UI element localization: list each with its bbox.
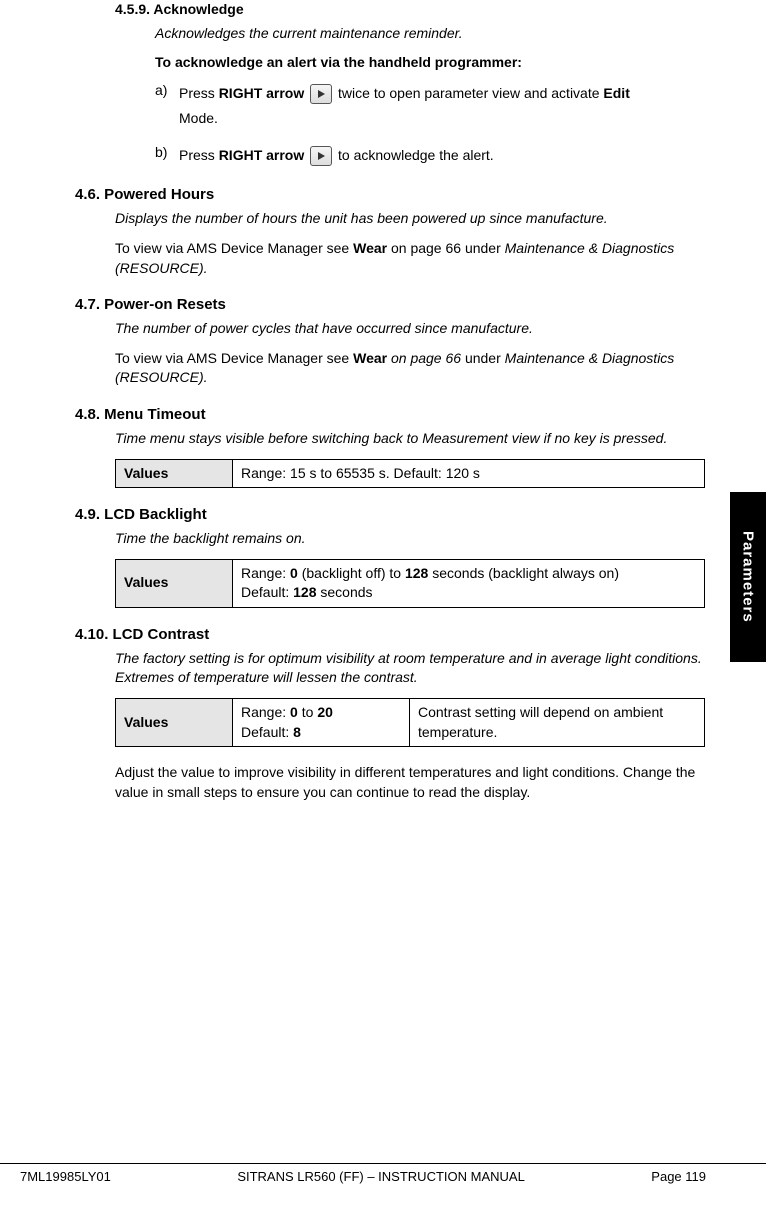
footer-page-number: Page 119 xyxy=(651,1168,706,1186)
step-b-label: b) xyxy=(155,143,179,168)
table-row: Values Range: 15 s to 65535 s. Default: … xyxy=(116,459,705,488)
heading-4-6: 4.6. Powered Hours xyxy=(75,184,706,205)
step-b-text: Press RIGHT arrow to acknowledge the ale… xyxy=(179,143,706,168)
step-a-label: a) xyxy=(155,81,179,131)
ack-procedure-title: To acknowledge an alert via the handheld… xyxy=(155,53,706,73)
values-label: Values xyxy=(116,559,233,607)
heading-4-9: 4.9. LCD Backlight xyxy=(75,504,706,525)
desc-4-8: Time menu stays visible before switching… xyxy=(115,429,706,449)
footer-doc-id: 7ML19985LY01 xyxy=(20,1168,111,1186)
step-a-text: Press RIGHT arrow twice to open paramete… xyxy=(179,81,706,131)
right-arrow-icon xyxy=(310,84,332,104)
table-row: Values Range: 0 to 20 Default: 8 Contras… xyxy=(116,699,705,747)
desc-4-6: Displays the number of hours the unit ha… xyxy=(115,209,706,229)
body-4-7: To view via AMS Device Manager see Wear … xyxy=(115,349,706,388)
values-cell-range: Range: 0 to 20 Default: 8 xyxy=(233,699,410,747)
heading-4-10: 4.10. LCD Contrast xyxy=(75,624,706,645)
step-b: b) Press RIGHT arrow to acknowledge the … xyxy=(155,143,706,168)
ack-steps: a) Press RIGHT arrow twice to open param… xyxy=(155,81,706,169)
desc-4-7: The number of power cycles that have occ… xyxy=(115,319,706,339)
page-footer: 7ML19985LY01 SITRANS LR560 (FF) – INSTRU… xyxy=(0,1163,766,1186)
values-cell: Range: 0 (backlight off) to 128 seconds … xyxy=(233,559,705,607)
body-4-6: To view via AMS Device Manager see Wear … xyxy=(115,239,706,278)
table-lcd-contrast: Values Range: 0 to 20 Default: 8 Contras… xyxy=(115,698,705,747)
table-lcd-backlight: Values Range: 0 (backlight off) to 128 s… xyxy=(115,559,705,608)
values-cell-note: Contrast setting will depend on ambient … xyxy=(410,699,705,747)
table-row: Values Range: 0 (backlight off) to 128 s… xyxy=(116,559,705,607)
desc-4-10: The factory setting is for optimum visib… xyxy=(115,649,706,688)
desc-4-9: Time the backlight remains on. xyxy=(115,529,706,549)
right-arrow-icon xyxy=(310,146,332,166)
heading-4-7: 4.7. Power-on Resets xyxy=(75,294,706,315)
values-label: Values xyxy=(116,459,233,488)
heading-4-5-9: 4.5.9. Acknowledge xyxy=(115,0,706,20)
footer-title: SITRANS LR560 (FF) – INSTRUCTION MANUAL xyxy=(111,1168,651,1186)
table-menu-timeout: Values Range: 15 s to 65535 s. Default: … xyxy=(115,459,705,489)
step-a: a) Press RIGHT arrow twice to open param… xyxy=(155,81,706,131)
heading-4-8: 4.8. Menu Timeout xyxy=(75,404,706,425)
body-4-10: Adjust the value to improve visibility i… xyxy=(115,763,706,802)
desc-4-5-9: Acknowledges the current maintenance rem… xyxy=(155,24,706,44)
page-content: 4.5.9. Acknowledge Acknowledges the curr… xyxy=(0,0,766,802)
values-cell: Range: 15 s to 65535 s. Default: 120 s xyxy=(233,459,705,488)
values-label: Values xyxy=(116,699,233,747)
